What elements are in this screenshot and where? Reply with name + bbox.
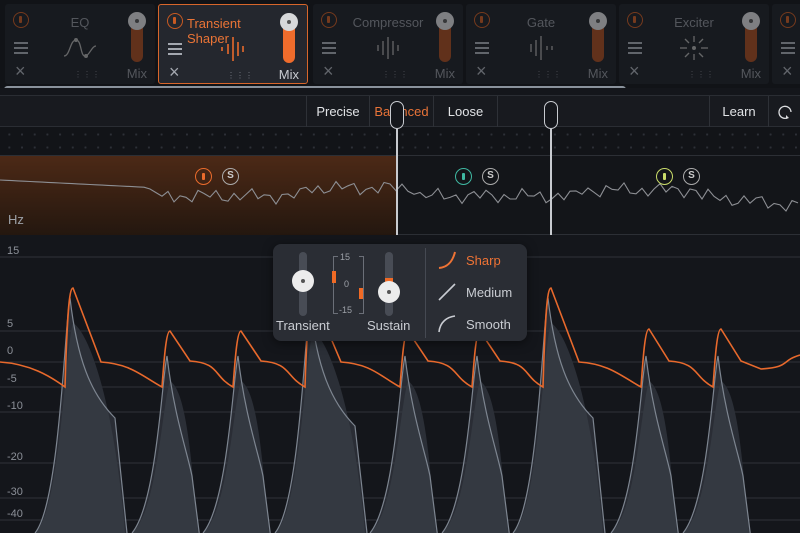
mix-label: Mix (278, 67, 299, 82)
sustain-meter-bar (359, 288, 363, 299)
remove-icon[interactable]: × (476, 62, 487, 80)
module-scrollbar[interactable] (4, 86, 626, 88)
transient-controls-popup: Transient 15 0 -15 Sustain Sharp Medium … (273, 244, 527, 341)
module-exciter[interactable]: Exciter × ⋮⋮⋮ Mix (619, 4, 769, 84)
list-icon[interactable] (781, 42, 795, 54)
transient-slider-knob[interactable] (292, 269, 314, 292)
crossover-handle[interactable] (544, 101, 558, 129)
drag-handle-icon[interactable]: ⋮⋮⋮ (688, 70, 715, 79)
drag-handle-icon[interactable]: ⋮⋮⋮ (382, 70, 409, 79)
band-mid-power-button[interactable] (455, 168, 472, 185)
list-icon[interactable] (168, 43, 182, 55)
db-label: 0 (7, 345, 14, 357)
remove-icon[interactable]: × (169, 63, 180, 81)
mix-slider-knob[interactable] (128, 12, 146, 30)
drag-handle-icon[interactable]: ⋮⋮⋮ (535, 70, 562, 79)
sustain-label: Sustain (367, 318, 411, 333)
crossover-handle[interactable] (390, 101, 404, 129)
smooth-curve-icon (438, 315, 456, 333)
refresh-icon (777, 105, 792, 119)
db-label: -20 (7, 451, 23, 463)
exciter-icon (680, 36, 708, 60)
mix-label: Mix (740, 66, 761, 81)
hz-axis-label: Hz (8, 212, 24, 227)
crossover-mid-high[interactable] (544, 101, 558, 235)
gate-icon (530, 36, 553, 60)
compressor-icon (377, 37, 399, 59)
band-mid-solo-button[interactable]: S (482, 168, 499, 185)
reset-button[interactable] (768, 96, 800, 127)
sharp-curve-icon (438, 251, 456, 269)
toolbar-divider (497, 96, 498, 127)
drag-handle-icon[interactable]: ⋮⋮⋮ (74, 70, 101, 79)
db-label: -30 (7, 486, 23, 498)
mix-slider-knob[interactable] (436, 12, 454, 30)
meter-bracket-left (333, 256, 338, 314)
transient-icon (221, 37, 244, 61)
popup-divider (425, 248, 426, 338)
remove-icon[interactable]: × (629, 62, 640, 80)
sustain-slider-knob[interactable] (378, 280, 400, 303)
mix-label: Mix (434, 66, 455, 81)
band-low-power-button[interactable] (195, 168, 212, 185)
eq-curve-icon (63, 38, 97, 58)
shape-sharp-option[interactable]: Sharp (466, 253, 501, 268)
db-label: 15 (7, 245, 20, 257)
band-low-solo-button[interactable]: S (222, 168, 239, 185)
module-partial[interactable]: × (772, 4, 800, 84)
db-label: -5 (7, 373, 17, 385)
db-label: -10 (7, 400, 23, 412)
band-high-power-button[interactable] (656, 168, 673, 185)
mix-label: Mix (587, 66, 608, 81)
list-icon[interactable] (475, 42, 489, 54)
crossover-low-mid[interactable] (390, 101, 404, 235)
db-label: 5 (7, 318, 14, 330)
meter-scale-mid: 0 (344, 279, 350, 289)
meter-scale-top: 15 (340, 252, 351, 262)
mix-slider-knob[interactable] (589, 12, 607, 30)
mix-label: Mix (126, 66, 147, 81)
remove-icon[interactable]: × (15, 62, 26, 80)
sustain-slider[interactable] (378, 252, 400, 316)
mix-slider-knob[interactable] (280, 13, 298, 31)
power-icon[interactable] (167, 13, 183, 29)
db-label: -40 (7, 508, 23, 520)
medium-curve-icon (438, 283, 456, 301)
module-chain: EQ × ⋮⋮⋮ Mix Transient Shaper × ⋮⋮⋮ Mix … (0, 0, 800, 88)
list-icon[interactable] (322, 42, 336, 54)
spectrum-line (0, 179, 799, 212)
band-high-solo-button[interactable]: S (683, 168, 700, 185)
mode-precise-button[interactable]: Precise (306, 96, 369, 127)
module-compressor[interactable]: Compressor × ⋮⋮⋮ Mix (313, 4, 463, 84)
band-display: S S S Hz (0, 101, 800, 235)
transient-label: Transient (276, 318, 330, 333)
learn-button[interactable]: Learn (709, 96, 768, 127)
transient-slider[interactable] (292, 252, 314, 316)
list-icon[interactable] (14, 42, 28, 54)
module-eq[interactable]: EQ × ⋮⋮⋮ Mix (5, 4, 155, 84)
module-gate[interactable]: Gate × ⋮⋮⋮ Mix (466, 4, 616, 84)
module-transient-shaper[interactable]: Transient Shaper × ⋮⋮⋮ Mix (158, 4, 308, 84)
mix-slider-knob[interactable] (742, 12, 760, 30)
transient-meter-bar (332, 271, 336, 283)
meter-scale-bottom: -15 (339, 305, 353, 315)
meter-bracket-right (359, 256, 364, 314)
remove-icon[interactable]: × (782, 62, 793, 80)
shape-medium-option[interactable]: Medium (466, 285, 512, 300)
drag-handle-icon[interactable]: ⋮⋮⋮ (227, 71, 254, 80)
remove-icon[interactable]: × (323, 62, 334, 80)
crossover-handle-track (0, 127, 800, 155)
mode-loose-button[interactable]: Loose (433, 96, 497, 127)
shape-smooth-option[interactable]: Smooth (466, 317, 511, 332)
transient-shaper-app: EQ × ⋮⋮⋮ Mix Transient Shaper × ⋮⋮⋮ Mix … (0, 0, 800, 533)
list-icon[interactable] (628, 42, 642, 54)
power-icon[interactable] (780, 12, 796, 28)
